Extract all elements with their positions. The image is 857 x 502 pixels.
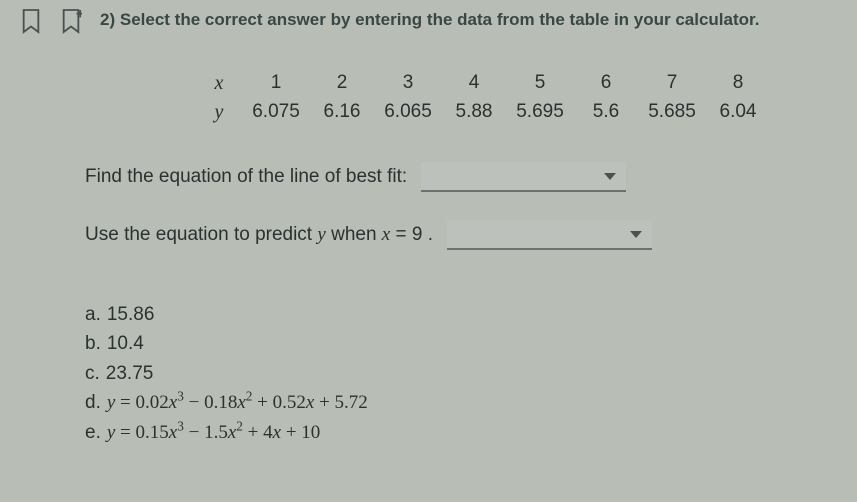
table-cell: 6.04 [705,98,771,127]
table-row: x 1 2 3 4 5 6 7 8 [195,69,837,98]
table-cell: 3 [375,69,441,98]
data-table: x 1 2 3 4 5 6 7 8 y 6.075 6.16 6.065 5.8… [195,69,837,127]
option-e: e. y = 0.15x3 − 1.5x2 + 4x + 10 [85,418,837,447]
equation-d: y = 0.02x3 − 0.18x2 + 0.52x + 5.72 [107,388,368,417]
table-cell: 5 [507,69,573,98]
row-label-y: y [195,98,243,127]
bookmark-icon[interactable] [20,8,42,39]
question-text: 2) Select the correct answer by entering… [100,8,837,32]
table-cell: 6 [573,69,639,98]
equation-e: y = 0.15x3 − 1.5x2 + 4x + 10 [107,418,320,447]
table-cell: 5.88 [441,98,507,127]
question-header-row: 2) Select the correct answer by entering… [20,8,837,39]
table-row: y 6.075 6.16 6.065 5.88 5.695 5.6 5.685 … [195,98,837,127]
prompt-text: Find the equation of the line of best fi… [85,166,407,188]
table-cell: 1 [243,69,309,98]
option-a: a. 15.86 [85,300,837,329]
table-cell: 8 [705,69,771,98]
bookmark-add-icon[interactable] [60,8,82,39]
table-cell: 6.075 [243,98,309,127]
option-c: c. 23.75 [85,359,837,388]
best-fit-prompt: Find the equation of the line of best fi… [85,162,837,192]
best-fit-dropdown[interactable] [421,162,626,192]
predict-dropdown[interactable] [447,220,652,250]
chevron-down-icon [604,173,616,180]
option-d: d. y = 0.02x3 − 0.18x2 + 0.52x + 5.72 [85,388,837,417]
predict-prompt: Use the equation to predict y when x = 9… [85,220,837,250]
table-cell: 5.685 [639,98,705,127]
table-cell: 2 [309,69,375,98]
table-cell: 4 [441,69,507,98]
answer-options: a. 15.86 b. 10.4 c. 23.75 d. y = 0.02x3 … [85,300,837,447]
table-cell: 5.6 [573,98,639,127]
row-label-x: x [195,69,243,98]
prompt-text: Use the equation to predict y when x = 9… [85,224,433,246]
option-b: b. 10.4 [85,329,837,358]
question-prompt: Select the correct answer by entering th… [120,10,760,29]
table-cell: 6.065 [375,98,441,127]
chevron-down-icon [630,231,642,238]
table-cell: 5.695 [507,98,573,127]
table-cell: 7 [639,69,705,98]
table-cell: 6.16 [309,98,375,127]
question-number: 2) [100,10,115,29]
